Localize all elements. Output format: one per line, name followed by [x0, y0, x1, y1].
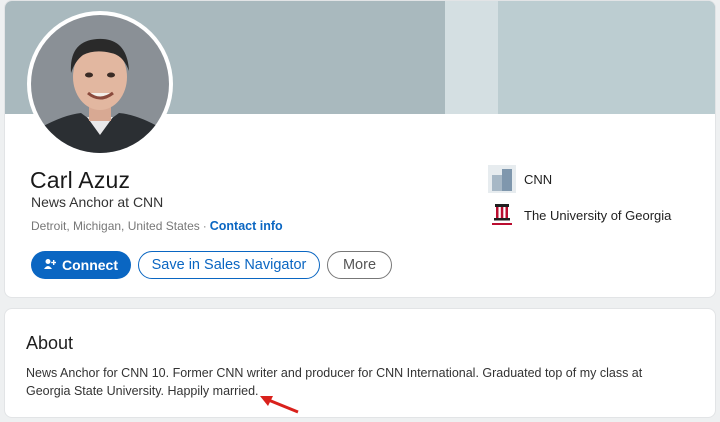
more-button[interactable]: More: [327, 251, 392, 279]
connect-label: Connect: [62, 257, 118, 273]
connect-button[interactable]: Connect: [31, 251, 131, 279]
profile-name: Carl Azuz: [30, 167, 131, 193]
avatar-photo: [31, 15, 169, 153]
experience-item-cnn[interactable]: CNN: [488, 165, 552, 193]
location-line: Detroit, Michigan, United States · Contact…: [31, 219, 283, 233]
avatar[interactable]: [27, 11, 173, 157]
banner-block: [498, 1, 715, 114]
profile-card: Carl Azuz News Anchor at CNN Detroit, Mi…: [4, 0, 716, 298]
add-person-icon: [44, 258, 57, 273]
about-section: About News Anchor for CNN 10. Former CNN…: [4, 308, 716, 418]
save-in-sales-navigator-button[interactable]: Save in Sales Navigator: [138, 251, 320, 279]
education-name: The University of Georgia: [524, 207, 672, 223]
profile-location: Detroit, Michigan, United States: [31, 219, 200, 233]
profile-headline: News Anchor at CNN: [31, 194, 164, 210]
experience-item-university-of-georgia[interactable]: The University of Georgia: [488, 201, 671, 229]
contact-info-link[interactable]: Contact info: [210, 219, 283, 233]
university-seal-icon: [488, 201, 516, 229]
banner-band: [445, 1, 505, 114]
experience-name: CNN: [524, 171, 553, 187]
about-text: News Anchor for CNN 10. Former CNN write…: [26, 366, 643, 398]
annotation-arrow-icon: [260, 396, 299, 414]
company-logo-icon: [488, 165, 516, 193]
location-separator: ·: [202, 219, 207, 233]
about-title: About: [26, 333, 74, 353]
